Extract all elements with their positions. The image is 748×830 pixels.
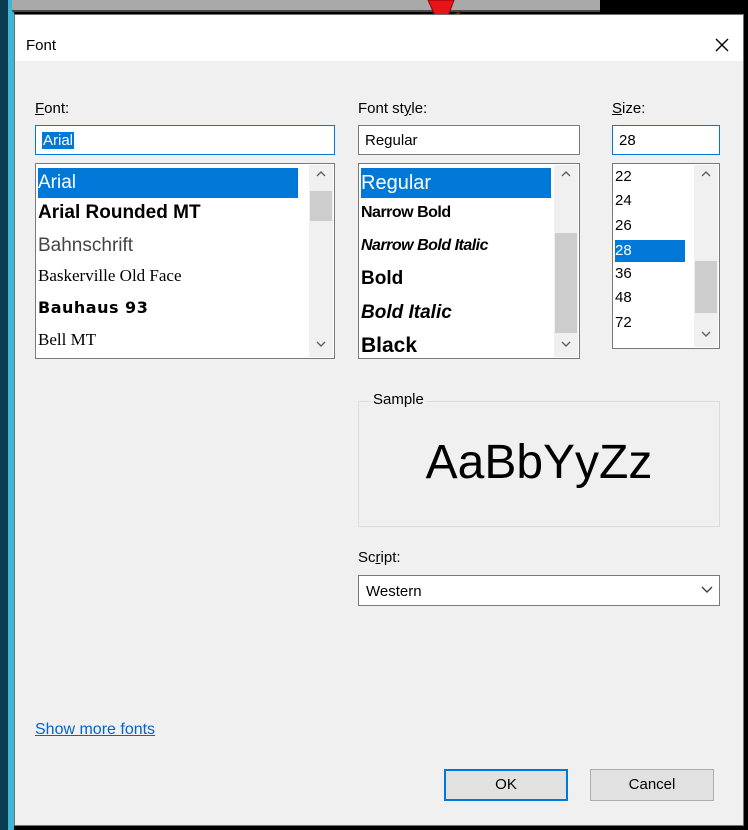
scroll-down-button[interactable] [309,335,333,357]
scroll-thumb[interactable] [310,191,332,221]
background-edge [0,0,14,830]
list-item[interactable]: 22 [615,168,632,185]
scroll-down-button[interactable] [554,335,578,357]
chevron-up-icon [701,171,711,177]
font-style-list[interactable]: Regular Narrow Bold Narrow Bold Italic B… [358,163,580,359]
list-item[interactable]: Narrow Bold Italic [361,237,489,255]
dialog-title: Font [26,37,57,54]
ok-button[interactable]: OK [444,769,568,801]
chevron-down-icon [701,331,711,337]
list-item[interactable]: Bell MT [38,330,96,350]
size-list-scrollbar[interactable] [694,165,718,347]
chevron-down-icon [316,341,326,347]
font-style-label: Font style: [358,100,428,117]
list-item[interactable]: 72 [615,314,632,331]
scroll-thumb[interactable] [695,261,717,313]
list-item[interactable]: Arial Rounded MT [38,202,201,224]
size-input[interactable]: 28 [612,125,720,155]
scroll-up-button[interactable] [554,165,578,187]
font-list[interactable]: Arial Arial Rounded MT Bahnschrift Baske… [35,163,335,359]
font-style-list-scrollbar[interactable] [554,165,578,357]
font-list-scrollbar[interactable] [309,165,333,357]
size-list[interactable]: 22 24 26 28 36 48 72 [612,163,720,349]
size-label: Size: [612,100,646,117]
sample-title: Sample [371,391,426,408]
list-item[interactable]: 48 [615,289,632,306]
chevron-up-icon [316,171,326,177]
list-item[interactable]: Bold Italic [361,302,452,324]
font-style-input[interactable]: Regular [358,125,580,155]
scroll-down-button[interactable] [694,325,718,347]
title-bar: Font [15,15,743,61]
font-label: Font: [35,100,70,117]
list-item[interactable]: Bauhaus 93 [38,298,148,317]
scroll-up-button[interactable] [309,165,333,187]
list-item[interactable]: Narrow Bold [361,204,451,222]
list-item[interactable]: 28 [615,240,685,262]
script-value: Western [366,583,422,600]
chevron-down-icon [701,586,713,593]
scroll-thumb[interactable] [555,233,577,333]
close-button[interactable] [707,33,737,59]
show-more-fonts-link[interactable]: Show more fonts [35,721,155,739]
chevron-up-icon [561,171,571,177]
list-item[interactable]: Regular [361,168,551,198]
list-item[interactable]: Bold [361,268,403,290]
font-dialog: Font Font: Arial Arial Arial Rounded MT … [14,14,744,826]
script-dropdown[interactable]: Western [358,575,720,606]
close-icon [715,38,729,52]
list-item[interactable]: Arial [38,168,298,198]
list-item[interactable]: 24 [615,192,632,209]
font-name-input[interactable]: Arial [35,125,335,155]
script-label: Script: [358,549,401,566]
sample-preview: AaBbYyZz [425,436,653,489]
chevron-down-icon [561,341,571,347]
scroll-up-button[interactable] [694,165,718,187]
cancel-button[interactable]: Cancel [590,769,714,801]
list-item[interactable]: Baskerville Old Face [38,266,182,286]
list-item[interactable]: 36 [615,265,632,282]
background-banner [12,0,600,12]
list-item[interactable]: 26 [615,217,632,234]
list-item[interactable]: Bahnschrift [38,235,133,257]
list-item[interactable]: Black [361,334,417,358]
